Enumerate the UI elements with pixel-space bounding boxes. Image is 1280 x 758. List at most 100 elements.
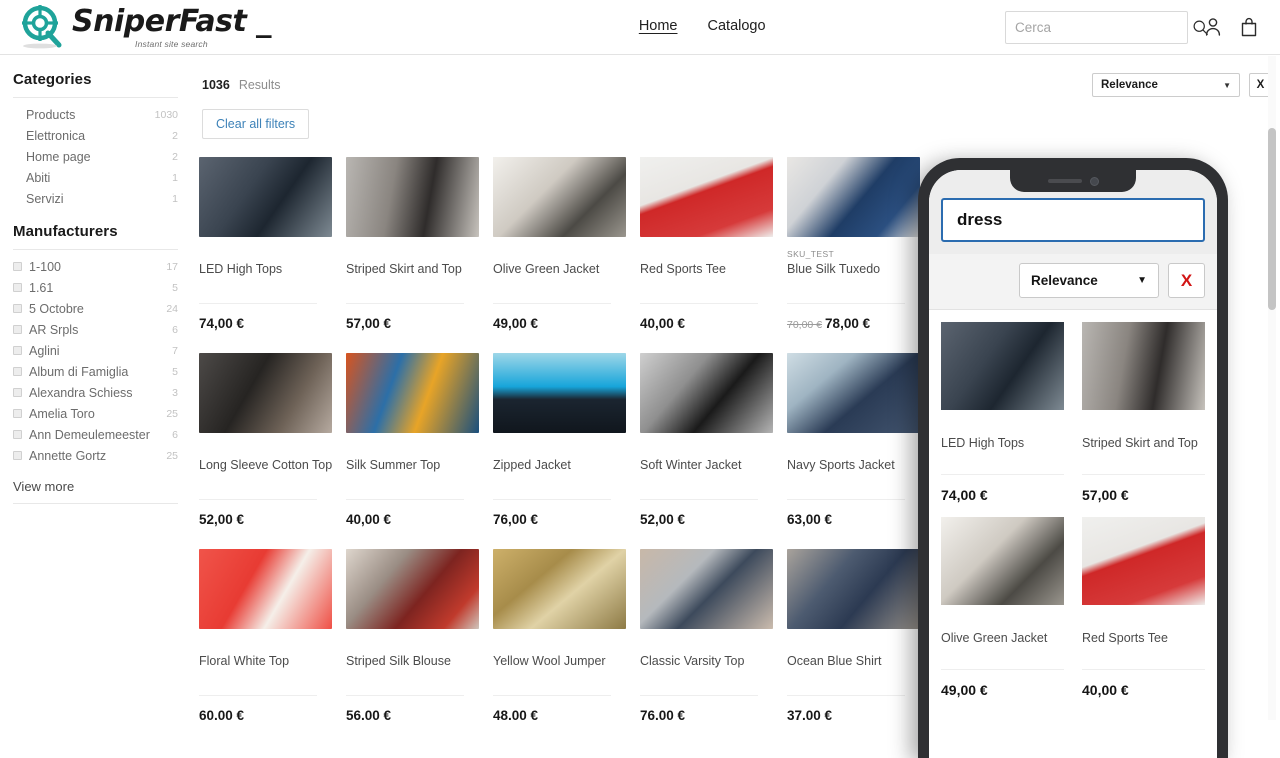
manufacturer-label: Ann Demeulemeester	[29, 427, 150, 442]
product-card[interactable]: .Yellow Wool Jumper48,00 €	[493, 549, 639, 720]
manufacturer-label: Aglini	[29, 343, 60, 358]
manufacturer-checkbox[interactable]	[13, 262, 22, 271]
product-card[interactable]: .Navy Sports Jacket63,00 €	[787, 353, 933, 549]
page-scrollbar-thumb[interactable]	[1268, 128, 1276, 310]
clear-all-filters-button[interactable]: Clear all filters	[202, 109, 310, 139]
phone-product-image[interactable]	[941, 517, 1064, 605]
divider	[346, 695, 464, 696]
manufacturer-row[interactable]: 1.61 5	[13, 277, 178, 298]
manufacturer-checkbox[interactable]	[13, 346, 22, 355]
category-row[interactable]: Abiti 1	[13, 167, 178, 188]
brand-logo[interactable]: SniperFast _ Instant site search	[0, 3, 271, 51]
phone-product-card[interactable]: Olive Green Jacket 49,00 €	[941, 517, 1064, 712]
phone-product-image[interactable]	[1082, 517, 1205, 605]
product-image[interactable]	[787, 157, 920, 237]
divider	[13, 97, 178, 98]
product-image[interactable]	[640, 157, 773, 237]
cart-icon[interactable]	[1238, 15, 1260, 39]
manufacturer-checkbox[interactable]	[13, 367, 22, 376]
manufacturer-row[interactable]: Alexandra Schiess 3	[13, 382, 178, 403]
product-card[interactable]: SKU_TEST Blue Silk Tuxedo 70,00 €78,00 €	[787, 157, 933, 353]
manufacturer-row[interactable]: AR Srpls 6	[13, 319, 178, 340]
product-image[interactable]	[493, 157, 626, 237]
manufacturer-checkbox[interactable]	[13, 325, 22, 334]
product-current-price: 40,00 €	[640, 316, 686, 331]
category-row[interactable]: Elettronica 2	[13, 125, 178, 146]
main-nav: Home Catalogo	[639, 18, 766, 36]
product-card[interactable]: .Ocean Blue Shirt37,00 €	[787, 549, 933, 720]
phone-product-image[interactable]	[1082, 322, 1205, 410]
product-card[interactable]: .Red Sports Tee40,00 €	[640, 157, 786, 353]
product-card[interactable]: .Classic Varsity Top76,00 €	[640, 549, 786, 720]
product-current-price: 48,00 €	[493, 708, 539, 720]
product-card[interactable]: .Olive Green Jacket49,00 €	[493, 157, 639, 353]
product-current-price: 56,00 €	[346, 708, 392, 720]
chevron-down-icon: ▼	[1137, 275, 1147, 286]
product-image[interactable]	[199, 353, 332, 433]
manufacturer-row[interactable]: Annette Gortz 25	[13, 445, 178, 466]
phone-close-button[interactable]: X	[1168, 263, 1205, 298]
phone-product-card[interactable]: Red Sports Tee 40,00 €	[1082, 517, 1205, 712]
category-row[interactable]: Servizi 1	[13, 188, 178, 209]
sort-select[interactable]: Relevance ▼	[1092, 73, 1240, 97]
phone-product-price: 57,00 €	[1082, 487, 1129, 503]
nav-item-home[interactable]: Home	[639, 18, 678, 36]
manufacturer-label: Amelia Toro	[29, 406, 95, 421]
view-more-link[interactable]: View more	[13, 479, 178, 494]
product-image[interactable]	[199, 157, 332, 237]
product-name: Yellow Wool Jumper	[493, 654, 606, 668]
product-image[interactable]	[493, 549, 626, 629]
phone-product-image[interactable]	[941, 322, 1064, 410]
product-current-price: 49,00 €	[493, 316, 539, 331]
phone-product-card[interactable]: Striped Skirt and Top 57,00 €	[1082, 322, 1205, 517]
phone-product-card[interactable]: LED High Tops 74,00 €	[941, 322, 1064, 517]
product-image[interactable]	[787, 549, 920, 629]
brand-tagline: Instant site search	[135, 39, 208, 49]
manufacturer-row[interactable]: Amelia Toro 25	[13, 403, 178, 424]
manufacturer-row[interactable]: 5 Octobre 24	[13, 298, 178, 319]
search-input[interactable]	[1015, 19, 1192, 35]
product-image[interactable]	[640, 549, 773, 629]
product-name: LED High Tops	[199, 262, 283, 276]
divider	[640, 695, 758, 696]
category-count: 1030	[154, 108, 178, 121]
divider	[199, 499, 317, 500]
manufacturer-checkbox[interactable]	[13, 283, 22, 292]
phone-product-grid: LED High Tops 74,00 € Striped Skirt and To…	[929, 310, 1217, 712]
category-row[interactable]: Products 1030	[13, 104, 178, 125]
product-image[interactable]	[346, 549, 479, 629]
manufacturer-row[interactable]: Album di Famiglia 5	[13, 361, 178, 382]
product-card[interactable]: .Silk Summer Top40,00 €	[346, 353, 492, 549]
manufacturer-row[interactable]: Aglini 7	[13, 340, 178, 361]
phone-product-name: Olive Green Jacket	[941, 631, 1048, 645]
product-card[interactable]: .Zipped Jacket76,00 €	[493, 353, 639, 549]
account-icon[interactable]	[1202, 15, 1224, 39]
manufacturer-checkbox[interactable]	[13, 388, 22, 397]
product-card[interactable]: .Soft Winter Jacket52,00 €	[640, 353, 786, 549]
manufacturer-checkbox[interactable]	[13, 304, 22, 313]
header-search-box[interactable]	[1005, 10, 1208, 44]
manufacturer-checkbox[interactable]	[13, 430, 22, 439]
product-card[interactable]: .Long Sleeve Cotton Top52,00 €	[199, 353, 345, 549]
manufacturer-row[interactable]: 1-100 17	[13, 256, 178, 277]
product-card[interactable]: .Striped Silk Blouse56,00 €	[346, 549, 492, 720]
product-card[interactable]: .LED High Tops74,00 €	[199, 157, 345, 353]
product-price: 40,00 €	[346, 512, 492, 527]
manufacturers-heading: Manufacturers	[13, 223, 118, 240]
product-image[interactable]	[199, 549, 332, 629]
product-image[interactable]	[493, 353, 626, 433]
category-row[interactable]: Home page 2	[13, 146, 178, 167]
manufacturer-row[interactable]: Ann Demeulemeester 6	[13, 424, 178, 445]
product-image[interactable]	[346, 353, 479, 433]
manufacturer-checkbox[interactable]	[13, 451, 22, 460]
product-old-price: 70,00 €	[787, 319, 823, 331]
nav-item-catalogo[interactable]: Catalogo	[708, 18, 766, 36]
product-image[interactable]	[787, 353, 920, 433]
phone-search-input[interactable]: dress	[941, 198, 1205, 242]
manufacturer-checkbox[interactable]	[13, 409, 22, 418]
phone-sort-select[interactable]: Relevance ▼	[1019, 263, 1159, 298]
product-card[interactable]: .Striped Skirt and Top57,00 €	[346, 157, 492, 353]
product-image[interactable]	[640, 353, 773, 433]
product-card[interactable]: .Floral White Top60,00 €	[199, 549, 345, 720]
product-image[interactable]	[346, 157, 479, 237]
